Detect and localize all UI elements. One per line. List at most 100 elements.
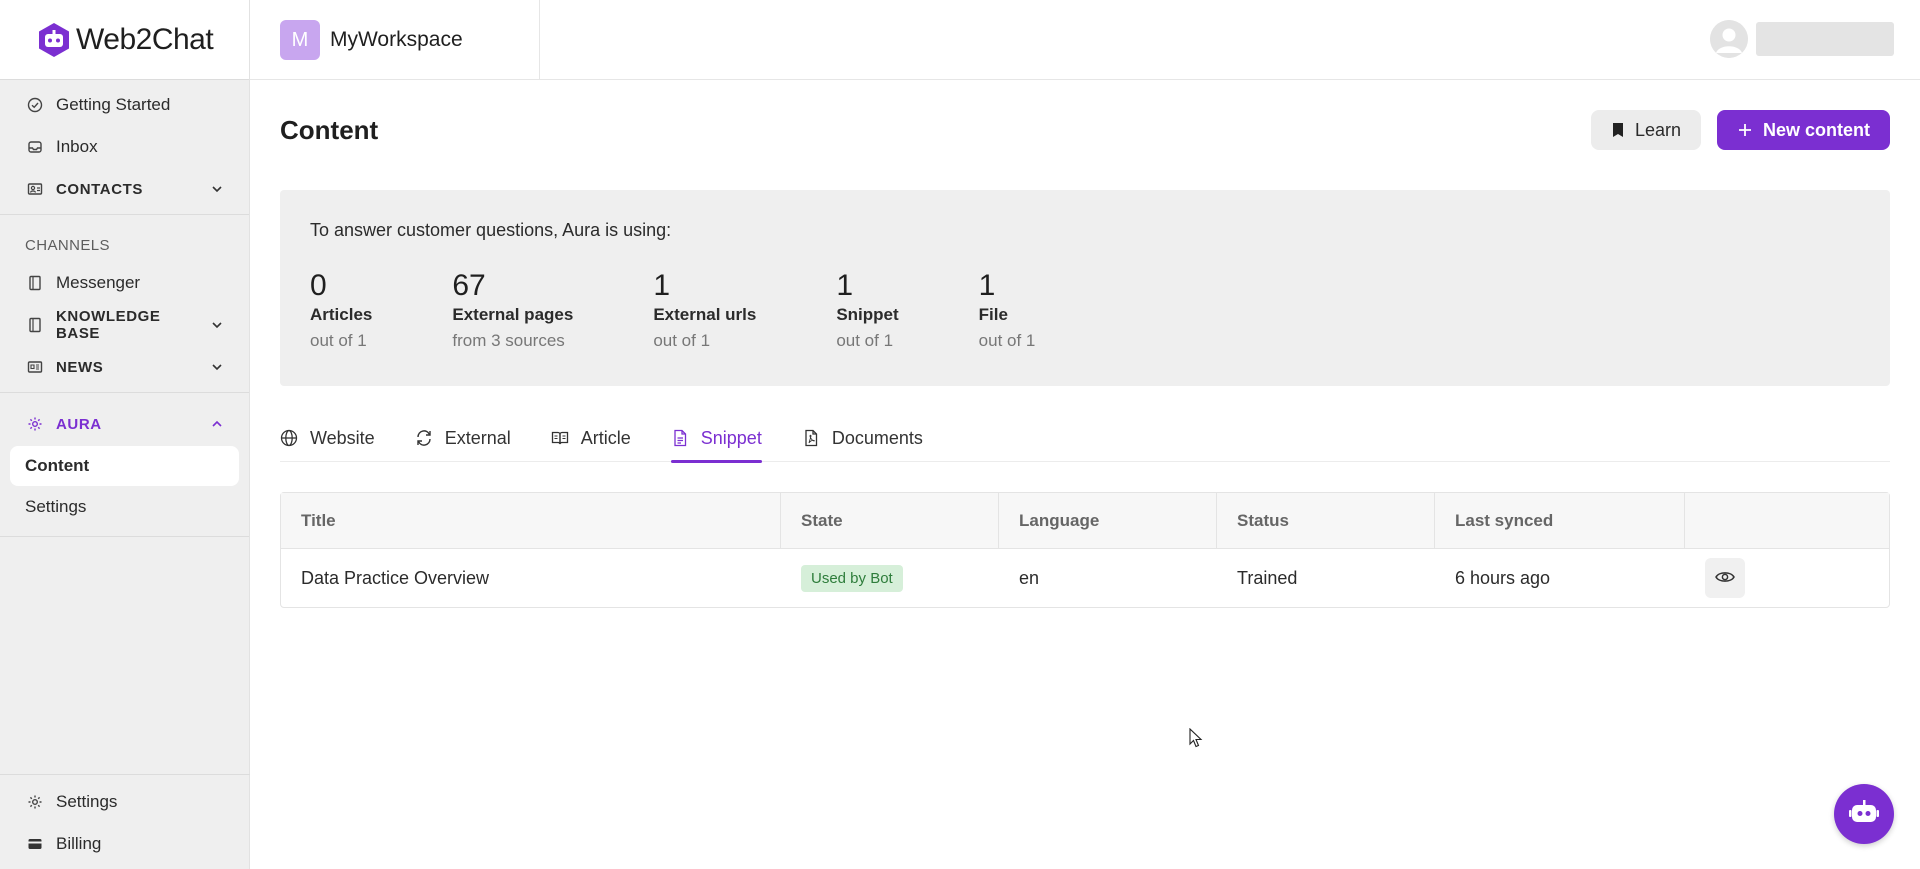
nav-label: Inbox: [56, 137, 98, 156]
nav-label: NEWS: [56, 358, 104, 376]
globe-icon: [280, 429, 298, 447]
robot-chat-icon: [1849, 799, 1879, 829]
tab-label: Website: [310, 427, 375, 448]
eye-icon: [1715, 570, 1735, 587]
nav-settings[interactable]: Settings: [0, 781, 250, 823]
open-book-icon: [551, 429, 569, 447]
cell-language: en: [1019, 567, 1040, 588]
column-header-actions: [1685, 493, 1889, 549]
cell-title[interactable]: Data Practice Overview: [281, 568, 781, 589]
learn-button[interactable]: Learn: [1590, 110, 1701, 150]
newspaper-icon: [24, 356, 46, 378]
column-header-state[interactable]: State: [781, 492, 999, 549]
stat-label: External pages: [452, 305, 574, 324]
stat-sub: out of 1: [310, 331, 367, 350]
user-avatar-icon: [1710, 20, 1748, 58]
column-header-last-synced[interactable]: Last synced: [1435, 492, 1685, 549]
plus-icon: [1737, 122, 1753, 138]
nav-billing[interactable]: Billing: [0, 823, 250, 865]
tab-snippet[interactable]: Snippet: [670, 414, 762, 463]
check-circle-icon: [24, 94, 46, 116]
document-icon: [671, 429, 689, 447]
chat-launcher-button[interactable]: [1834, 784, 1894, 844]
sidebar-bottom-nav: Settings Billing: [0, 774, 250, 869]
nav-knowledge-base[interactable]: KNOWLEDGE BASE: [0, 304, 249, 346]
nav-aura-content[interactable]: Content: [10, 446, 239, 486]
stat-snippet: 1 Snippet out of 1: [836, 271, 898, 351]
nav-aura-toggle[interactable]: AURA: [0, 403, 249, 445]
content-summary: To answer customer questions, Aura is us…: [280, 190, 1890, 386]
tab-label: Documents: [831, 427, 923, 448]
summary-lead: To answer customer questions, Aura is us…: [310, 220, 672, 240]
stat-label: File: [978, 305, 1008, 324]
tab-article[interactable]: Article: [551, 414, 631, 462]
nav-inbox[interactable]: Inbox: [0, 126, 249, 168]
nav-aura-settings[interactable]: Settings: [10, 487, 239, 527]
pdf-document-icon: [802, 429, 820, 447]
contacts-icon: [24, 178, 46, 200]
chevron-down-icon[interactable]: [209, 317, 225, 333]
table-row[interactable]: Data Practice Overview Used by Bot en Tr…: [281, 549, 1889, 607]
nav-label: Settings: [56, 792, 118, 811]
nav-label: CONTACTS: [56, 180, 144, 198]
column-header-title[interactable]: Title: [281, 492, 781, 549]
stat-articles: 0 Articles out of 1: [310, 271, 372, 351]
main-content: Content Learn New content To answer cust…: [280, 80, 1890, 608]
nav-label: KNOWLEDGE BASE: [55, 308, 161, 342]
stat-value: 67: [452, 269, 486, 302]
summary-stats: 0 Articles out of 1 67 External pages fr…: [310, 271, 1860, 351]
book-icon: [24, 314, 46, 336]
cell-state: Used by Bot: [781, 564, 999, 592]
inbox-icon: [24, 136, 46, 158]
stat-sub: out of 1: [653, 331, 711, 350]
mouse-cursor-icon: [1189, 727, 1203, 753]
tab-documents[interactable]: Documents: [802, 414, 923, 462]
credit-card-icon: [24, 833, 46, 855]
stat-external-urls: 1 External urls out of 1: [653, 271, 756, 351]
column-header-status[interactable]: Status: [1217, 492, 1435, 549]
app-logo[interactable]: Web2Chat: [0, 0, 249, 80]
chevron-down-icon[interactable]: [209, 181, 225, 197]
new-content-label: New content: [1762, 119, 1870, 140]
header-actions: Learn New content: [1590, 110, 1890, 150]
stat-label: Articles: [310, 305, 373, 324]
tab-label: Snippet: [700, 427, 762, 448]
nav-news[interactable]: NEWS: [0, 346, 249, 388]
cell-actions: [1685, 558, 1889, 598]
state-badge: Used by Bot: [801, 564, 903, 592]
cell-last-synced: 6 hours ago: [1455, 567, 1551, 588]
column-header-language[interactable]: Language: [999, 492, 1217, 549]
chevron-down-icon[interactable]: [209, 359, 225, 375]
cell-status: Trained: [1237, 567, 1298, 588]
tab-label: Article: [580, 427, 631, 448]
app-name: Web2Chat: [76, 22, 214, 56]
stat-external-pages: 67 External pages from 3 sources: [452, 271, 573, 351]
sidebar: Web2Chat Getting Started Inbox CONTACTS …: [0, 0, 250, 869]
new-content-button[interactable]: New content: [1716, 110, 1890, 150]
tab-website[interactable]: Website: [280, 414, 375, 462]
user-menu[interactable]: [1710, 20, 1894, 58]
nav-getting-started[interactable]: Getting Started: [0, 84, 249, 126]
robot-logo-icon: [36, 22, 72, 58]
tab-label: External: [444, 427, 511, 448]
chevron-up-icon[interactable]: [209, 416, 225, 432]
snippets-table: Title State Language Status Last synced …: [280, 492, 1890, 608]
stat-label: Snippet: [836, 305, 899, 324]
nav-label: Messenger: [56, 273, 141, 292]
bookmark-icon: [1611, 122, 1625, 138]
nav-label: Getting Started: [56, 95, 171, 114]
nav-messenger[interactable]: Messenger: [0, 262, 249, 304]
workspace-switcher[interactable]: M MyWorkspace: [250, 0, 540, 80]
workspace-avatar: M: [280, 20, 320, 60]
page-header: Content Learn New content: [280, 80, 1890, 180]
stat-sub: out of 1: [978, 331, 1036, 350]
gear-icon: [24, 413, 46, 435]
content-tabs: Website External Article Snippet Documen…: [280, 414, 1890, 463]
stat-value: 1: [653, 269, 671, 302]
table-header: Title State Language Status Last synced: [281, 492, 1889, 549]
nav-contacts[interactable]: CONTACTS: [0, 168, 249, 210]
tab-external[interactable]: External: [415, 414, 511, 462]
view-button[interactable]: [1705, 558, 1745, 598]
nav-main: Getting Started Inbox CONTACTS: [0, 80, 249, 215]
book-icon: [24, 272, 46, 294]
